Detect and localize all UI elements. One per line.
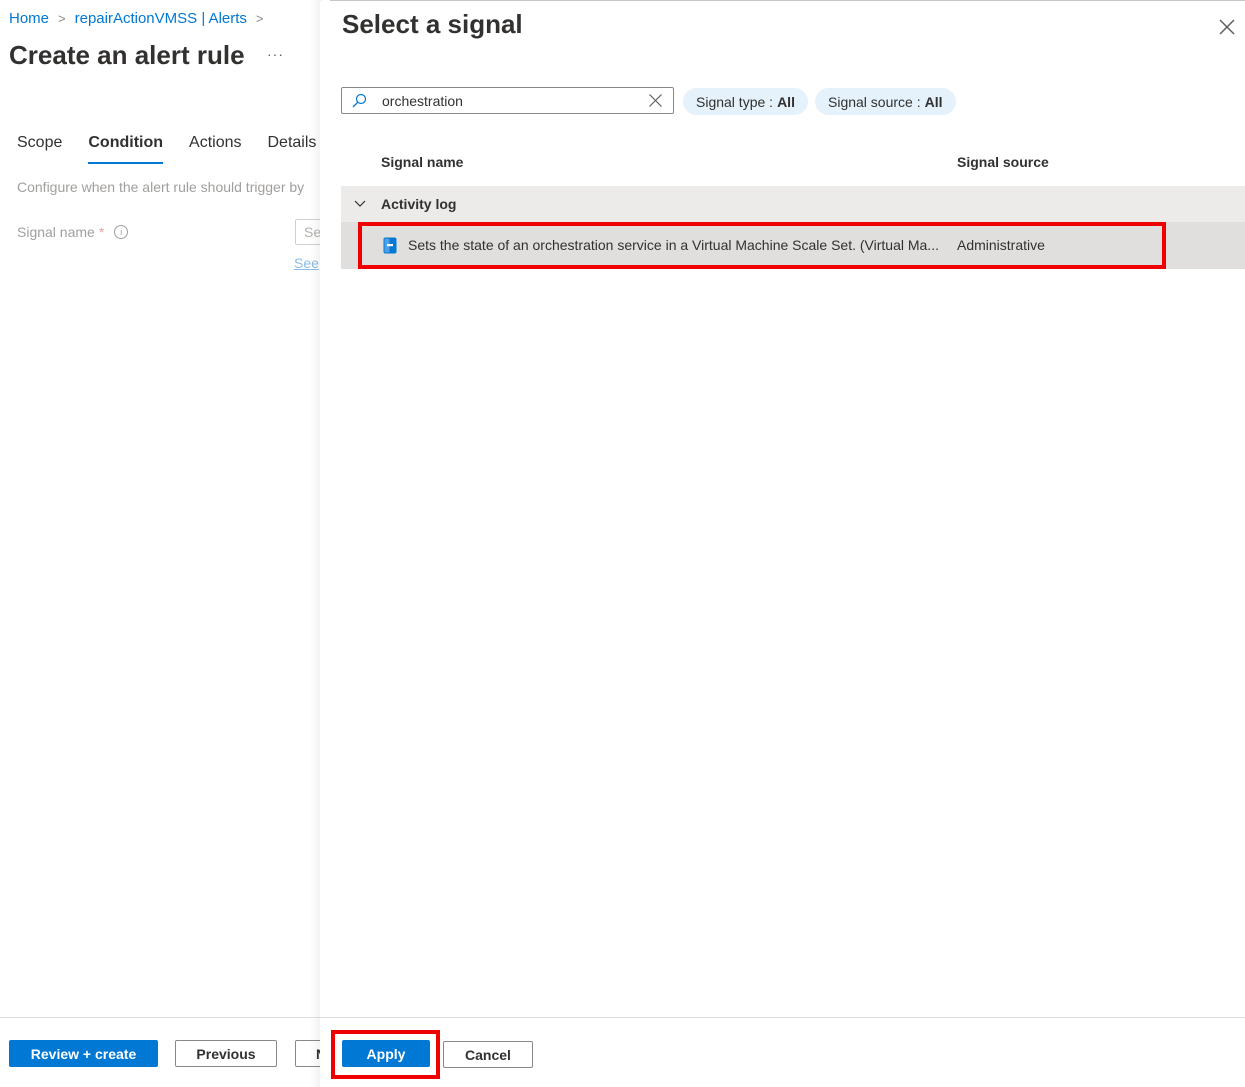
signal-source-filter[interactable]: Signal source : All bbox=[815, 88, 956, 115]
cancel-button[interactable]: Cancel bbox=[443, 1041, 533, 1068]
signal-name-label-text: Signal name bbox=[17, 224, 95, 240]
breadcrumb-alerts[interactable]: repairActionVMSS | Alerts bbox=[75, 10, 247, 27]
breadcrumb-home[interactable]: Home bbox=[9, 10, 49, 27]
signal-type-filter-value: All bbox=[777, 93, 795, 110]
wizard-tabs: Scope Condition Actions Details bbox=[17, 134, 330, 164]
previous-button[interactable]: Previous bbox=[175, 1040, 277, 1067]
page-title: Create an alert rule bbox=[9, 40, 245, 70]
search-box bbox=[341, 87, 674, 114]
chevron-right-icon: > bbox=[58, 11, 66, 26]
close-icon bbox=[1219, 19, 1235, 35]
signal-name: Sets the state of an orchestration servi… bbox=[408, 237, 939, 253]
clear-icon[interactable] bbox=[648, 93, 663, 108]
breadcrumb: Home > repairActionVMSS | Alerts > bbox=[9, 10, 273, 27]
signal-source: Administrative bbox=[957, 237, 1045, 253]
chevron-right-icon: > bbox=[255, 11, 264, 26]
activity-log-icon bbox=[383, 237, 397, 254]
tab-actions[interactable]: Actions bbox=[189, 134, 241, 160]
tab-condition[interactable]: Condition bbox=[88, 134, 163, 164]
more-options-icon[interactable]: ··· bbox=[267, 46, 284, 62]
footer-divider bbox=[0, 1017, 330, 1018]
create-alert-rule-page: Home > repairActionVMSS | Alerts > Creat… bbox=[0, 0, 330, 1087]
search-icon bbox=[352, 93, 367, 108]
chevron-down-icon[interactable] bbox=[354, 199, 366, 208]
tab-scope[interactable]: Scope bbox=[17, 134, 62, 160]
close-button[interactable] bbox=[1215, 15, 1239, 39]
review-create-button[interactable]: Review + create bbox=[9, 1040, 158, 1067]
signal-row[interactable]: Sets the state of an orchestration servi… bbox=[341, 222, 1245, 269]
signal-name-label: Signal name * i bbox=[17, 224, 129, 240]
blade-title: Select a signal bbox=[342, 9, 523, 39]
required-marker: * bbox=[98, 224, 105, 240]
signal-source-filter-label: Signal source : bbox=[828, 93, 921, 110]
group-label: Activity log bbox=[381, 196, 457, 212]
signal-type-filter-label: Signal type : bbox=[696, 93, 774, 110]
column-header-signal-name[interactable]: Signal name bbox=[381, 154, 463, 170]
column-header-signal-source[interactable]: Signal source bbox=[957, 154, 1049, 170]
condition-description: Configure when the alert rule should tri… bbox=[17, 179, 305, 195]
signal-type-filter[interactable]: Signal type : All bbox=[683, 88, 808, 115]
signal-source-filter-value: All bbox=[924, 93, 943, 110]
search-input[interactable] bbox=[382, 90, 642, 111]
group-row-activity-log[interactable]: Activity log bbox=[341, 186, 1245, 222]
info-icon[interactable]: i bbox=[114, 225, 129, 239]
apply-button[interactable]: Apply bbox=[342, 1040, 430, 1067]
blade-footer-divider bbox=[320, 1017, 1245, 1018]
select-signal-blade: Select a signal Signal type : All Signal… bbox=[320, 1, 1245, 1087]
